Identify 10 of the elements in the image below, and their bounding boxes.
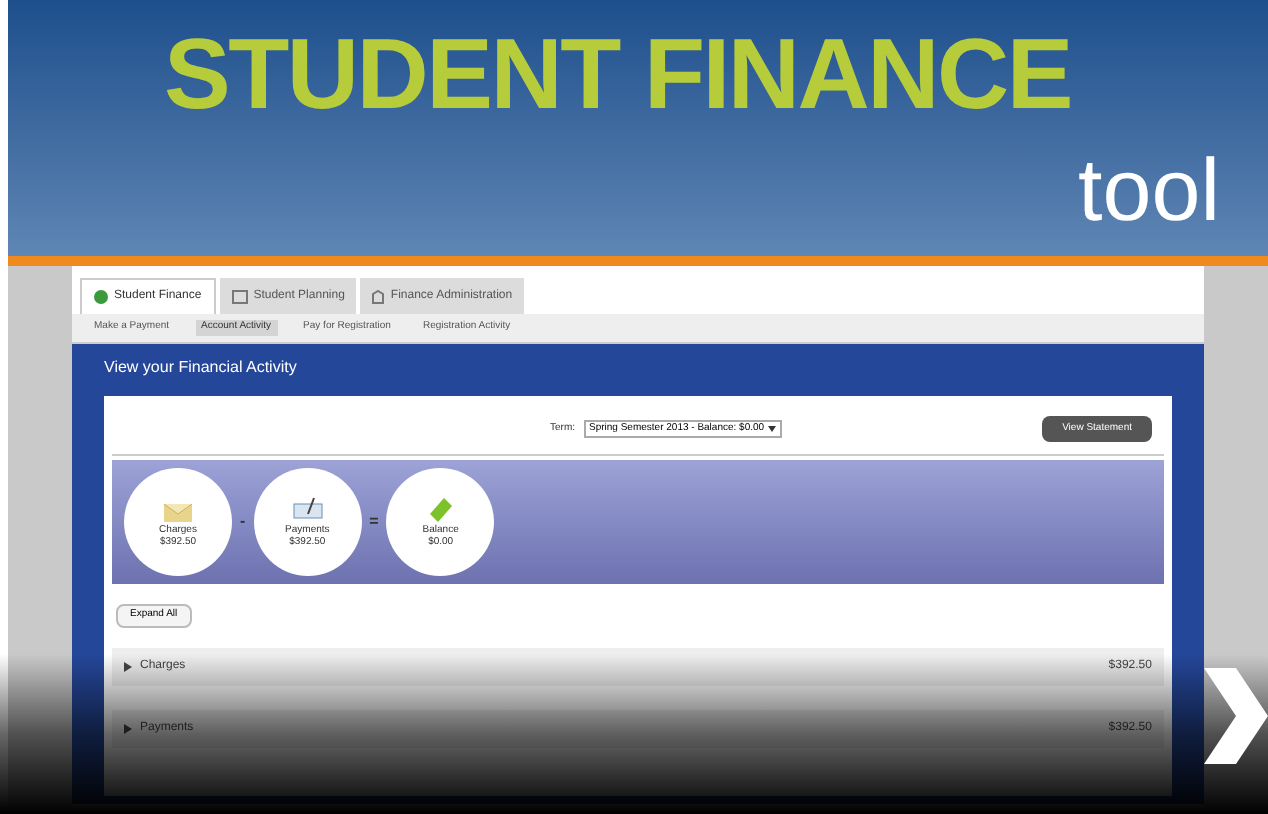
operator-sign: - <box>240 510 246 534</box>
cash-icon <box>424 495 457 524</box>
next-arrow-icon[interactable] <box>1204 668 1268 764</box>
banner-subtitle: tool <box>1078 148 1220 236</box>
panel-heading: View your Financial Activity <box>104 355 299 379</box>
dropdown-caret-icon <box>768 425 777 432</box>
banner-title: STUDENT FINANCE <box>164 24 1071 124</box>
building-icon <box>372 289 385 303</box>
operator-sign: = <box>369 510 379 534</box>
cheque-icon <box>291 495 324 524</box>
